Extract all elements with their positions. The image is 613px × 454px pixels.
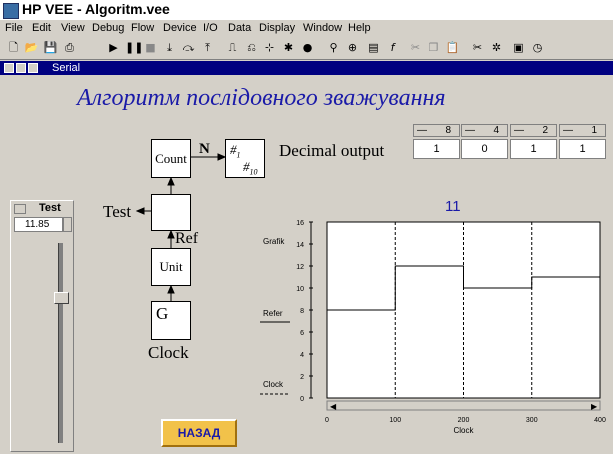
unit-block[interactable]: Unit [151,248,191,286]
ref-label: Ref [175,230,199,247]
bit-4-column: —4 0 [461,122,508,161]
slider-value-field[interactable]: 11.85 [14,217,63,232]
back-button[interactable]: НАЗАД [161,419,237,447]
binary-counter-display: —8 1 —4 0 —2 1 —1 1 [413,122,610,161]
y-tick-label: 0 [300,396,304,403]
slider-title: Test [39,202,61,214]
y-tick-label: 16 [296,220,304,227]
x-tick-label: 300 [526,417,538,424]
bit-1-value: 1 [559,139,606,159]
slider-thumb[interactable] [54,291,69,304]
decimal-converter-block[interactable]: #1 #10 [225,139,265,178]
clock-label: Clock [148,343,189,362]
x-tick-label: 400 [594,417,606,424]
x-tick-label: 100 [389,417,401,424]
bit-1-column: —1 1 [559,122,606,161]
bit-8-header[interactable]: —8 [413,124,460,137]
bit-1-header[interactable]: —1 [559,124,606,137]
generator-block[interactable]: G [151,301,191,340]
x-tick-label: 200 [458,417,470,424]
dec-bottom-hash: #10 [243,159,258,177]
decimal-output-label: Decimal output [279,141,385,160]
bit-8-value: 1 [413,139,460,159]
x-axis-label: Clock [453,426,474,435]
scroll-left-icon: ◀ [330,402,337,411]
slider-spin-buttons[interactable] [63,217,72,232]
y-tick-label: 6 [300,330,304,337]
bit-2-value: 1 [510,139,557,159]
legend-refer-label: Refer [263,309,283,318]
waveform-chart: 0 2 4 6 8 10 12 14 16 ◀ ▶ 0 100 200 300 400 Clock Grafik R… [260,220,606,435]
y-tick-label: 2 [300,374,304,381]
test-slider-panel: Test 11.85 [10,200,74,452]
legend-grafik-label: Grafik [263,237,285,246]
scroll-right-icon: ▶ [591,402,598,411]
count-block[interactable]: Count [151,139,191,178]
slider-value-text: 11.85 [25,219,50,230]
bit-4-header[interactable]: —4 [461,124,508,137]
bit-2-header[interactable]: —2 [510,124,557,137]
dec-top-hash: #1 [230,142,241,160]
n-label: N [199,141,210,157]
legend-clock-label: Clock [263,380,284,389]
x-tick-label: 0 [325,417,329,424]
y-tick-label: 8 [300,308,304,315]
y-tick-label: 10 [296,286,304,293]
x-scrollbar [326,400,601,411]
bit-2-column: —2 1 [510,122,557,161]
slider-menu-button[interactable] [14,204,26,214]
bit-4-value: 0 [461,139,508,159]
y-tick-label: 4 [300,352,304,359]
test-label: Test [103,202,132,221]
y-tick-label: 14 [296,242,304,249]
slider-track[interactable] [58,243,63,443]
bit-8-column: —8 1 [413,122,460,161]
y-tick-label: 12 [296,264,304,271]
comparator-block[interactable] [151,194,191,231]
